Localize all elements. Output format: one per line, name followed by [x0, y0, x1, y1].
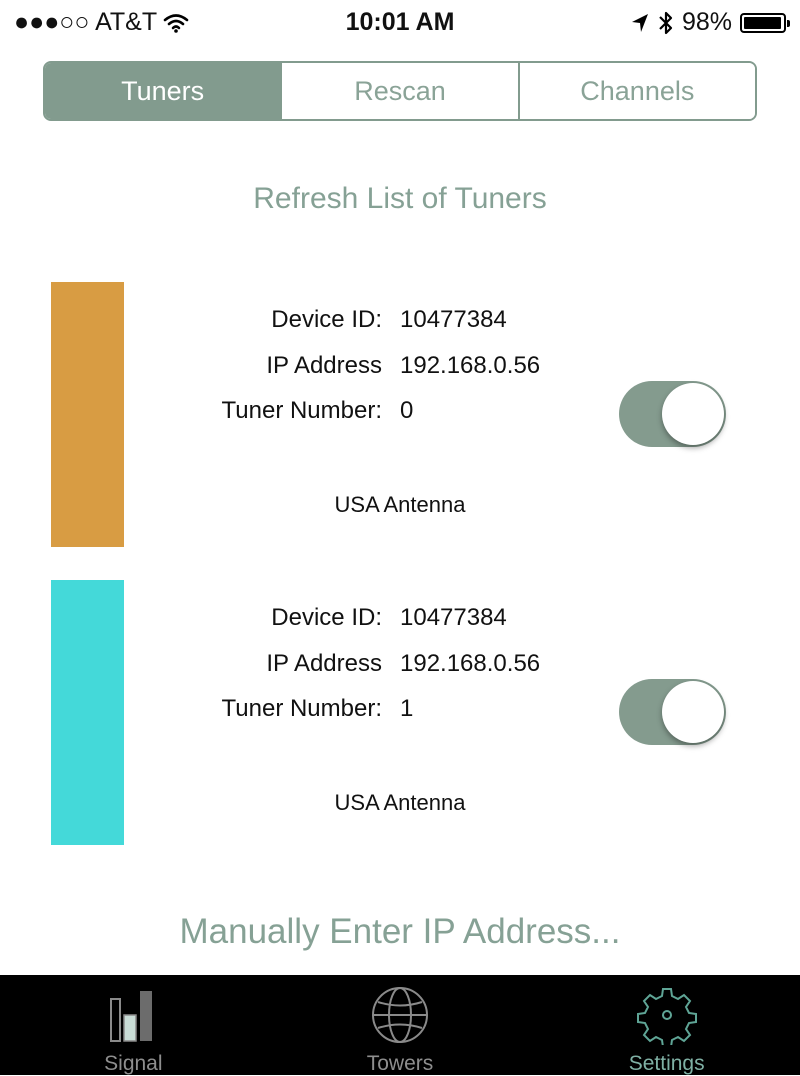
signal-bars-icon — [110, 991, 153, 1042]
tuner-number-label: Tuner Number: — [221, 397, 383, 424]
tuner-card: Device ID: 10477384 IP Address 192.168.0… — [0, 580, 800, 845]
ip-address-row: IP Address 192.168.0.56 — [140, 352, 580, 386]
tuner-number-label: Tuner Number: — [221, 695, 383, 722]
tab-bar: Signal Towers Settings — [0, 975, 800, 1075]
location-arrow-icon — [631, 13, 648, 32]
device-id-row: Device ID: 10477384 — [140, 306, 580, 340]
tuner-enable-toggle[interactable] — [619, 679, 726, 745]
ip-address-value: 192.168.0.56 — [400, 352, 541, 379]
tuner-card: Device ID: 10477384 IP Address 192.168.0… — [0, 282, 800, 547]
tuner-number-value: 1 — [400, 695, 414, 722]
tab-towers[interactable]: Towers — [267, 975, 534, 1075]
device-id-label: Device ID: — [271, 306, 382, 333]
status-right: 98% — [630, 8, 790, 37]
ip-address-label: IP Address — [266, 650, 382, 677]
battery-percent: 98% — [681, 8, 732, 36]
device-id-value: 10477384 — [400, 306, 507, 333]
gear-icon — [636, 988, 697, 1045]
toggle-knob — [662, 681, 724, 743]
ip-address-label: IP Address — [266, 352, 382, 379]
segmented-control: Tuners Rescan Channels — [43, 61, 757, 121]
tab-tuners[interactable]: Tuners — [45, 63, 281, 119]
tab-label: Towers — [366, 1052, 434, 1075]
tuner-number-value: 0 — [400, 397, 414, 424]
antenna-label: USA Antenna — [334, 790, 466, 815]
ip-address-value: 192.168.0.56 — [400, 650, 541, 677]
ip-address-row: IP Address 192.168.0.56 — [140, 650, 580, 684]
tab-channels[interactable]: Channels — [517, 63, 755, 119]
tab-signal[interactable]: Signal — [0, 975, 267, 1075]
bluetooth-icon — [659, 11, 673, 34]
tab-rescan[interactable]: Rescan — [280, 63, 518, 119]
tab-settings[interactable]: Settings — [533, 975, 800, 1075]
status-bar: ●●●○○ AT&T 10:01 AM 98% — [0, 0, 800, 44]
battery-fill — [744, 16, 782, 29]
manual-ip-entry-button[interactable]: Manually Enter IP Address... — [0, 912, 800, 952]
device-id-row: Device ID: 10477384 — [140, 604, 580, 638]
device-id-label: Device ID: — [271, 604, 382, 631]
device-id-value: 10477384 — [400, 604, 507, 631]
tab-label: Signal — [104, 1052, 163, 1075]
globe-icon — [372, 987, 428, 1043]
battery-icon — [740, 12, 790, 33]
tuner-enable-toggle[interactable] — [619, 381, 726, 447]
tuner-number-row: Tuner Number: 1 — [140, 695, 580, 729]
tuner-number-row: Tuner Number: 0 — [140, 397, 580, 431]
antenna-label: USA Antenna — [334, 492, 466, 517]
tab-label: Settings — [628, 1052, 705, 1075]
toggle-knob — [662, 383, 724, 445]
refresh-tuners-button[interactable]: Refresh List of Tuners — [0, 182, 800, 216]
